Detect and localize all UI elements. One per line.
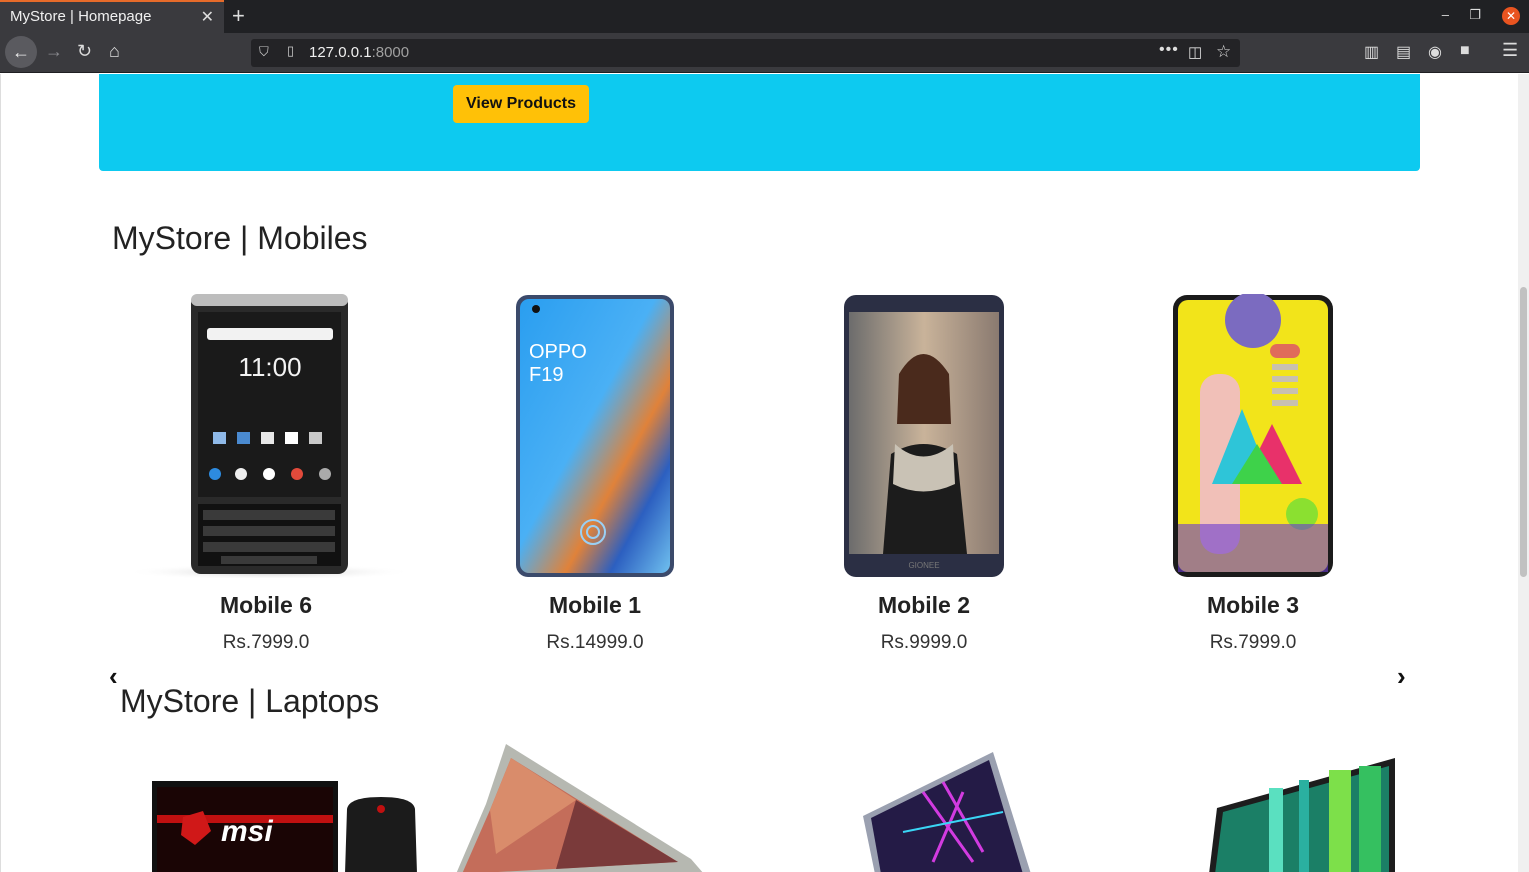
product-price: Rs.7999.0 — [222, 632, 310, 653]
minimize-icon[interactable]: – — [1442, 7, 1449, 22]
library-icon[interactable]: ▥ — [1364, 42, 1379, 62]
carousel-next-button[interactable]: › — [1397, 661, 1406, 692]
gionee-brand-text: GIONEE — [908, 561, 939, 570]
page-actions-icon[interactable]: ••• — [1159, 41, 1179, 59]
forward-icon[interactable]: → — [45, 41, 63, 62]
msi-logo-text: msi — [221, 815, 273, 848]
samsung-phone-image — [1173, 294, 1333, 577]
laptops-section-title: MyStore | Laptops — [120, 683, 380, 719]
oppo-brand-text: OPPO — [529, 341, 587, 363]
page-viewport: View Products MyStore | Mobiles 11:00 Mo… — [0, 74, 1518, 872]
view-products-button[interactable]: View Products — [453, 85, 589, 123]
url-text[interactable]: 127.0.0.1:8000 — [309, 44, 409, 61]
account-icon[interactable]: ◉ — [1428, 42, 1442, 62]
product-image[interactable]: GIONEE — [774, 294, 1074, 578]
tracking-shield-icon[interactable]: ⛉ — [259, 44, 269, 60]
product-card[interactable]: Mobile 3 Rs.7999.0 — [1103, 294, 1403, 654]
product-image[interactable] — [1103, 294, 1403, 578]
tab-title: MyStore | Homepage — [10, 8, 152, 25]
scrollbar-thumb[interactable] — [1520, 287, 1527, 577]
reload-icon[interactable]: ↻ — [77, 41, 92, 62]
url-host: 127.0.0.1 — [309, 44, 372, 61]
oppo-phone-image: OPPO F19 — [516, 295, 674, 577]
phone-clock: 11:00 — [238, 352, 301, 382]
product-name[interactable]: Mobile 1 — [445, 592, 745, 619]
browser-nav-bar: ← → ↻ ⌂ ⛉ ▯ 127.0.0.1:8000 ••• ◫ ☆ ▥ ▤ ◉… — [0, 33, 1529, 73]
mobiles-section-title: MyStore | Mobiles — [112, 220, 368, 256]
sidebar-icon[interactable]: ▤ — [1396, 42, 1411, 62]
window-close-icon[interactable]: ✕ — [1502, 7, 1520, 25]
home-icon[interactable]: ⌂ — [109, 41, 120, 62]
new-tab-icon[interactable]: + — [232, 3, 245, 29]
page-scrollbar[interactable] — [1518, 74, 1529, 872]
menu-icon[interactable]: ☰ — [1502, 40, 1518, 61]
product-image[interactable]: OPPO F19 — [445, 294, 745, 578]
bookmark-star-icon[interactable]: ☆ — [1216, 42, 1231, 62]
product-price: Rs.7999.0 — [1209, 632, 1297, 653]
restore-icon[interactable]: ❐ — [1469, 7, 1481, 23]
url-bar[interactable]: ⛉ ▯ 127.0.0.1:8000 ••• ◫ ☆ — [251, 39, 1240, 67]
product-card[interactable]: GIONEE Mobile 2 Rs.9999.0 — [774, 294, 1074, 654]
laptop-image[interactable] — [863, 752, 1031, 872]
product-price: Rs.14999.0 — [546, 632, 644, 653]
product-name[interactable]: Mobile 6 — [116, 592, 416, 619]
product-price: Rs.9999.0 — [880, 632, 968, 653]
product-card[interactable]: OPPO F19 Mobile 1 Rs.14999.0 — [445, 294, 745, 654]
tab-close-icon[interactable]: ✕ — [201, 7, 214, 27]
gionee-phone-image: GIONEE — [844, 295, 1004, 577]
back-icon[interactable]: ← — [5, 36, 37, 68]
laptop-image[interactable] — [456, 744, 711, 872]
carousel-prev-button[interactable]: ‹ — [109, 661, 118, 692]
product-name[interactable]: Mobile 3 — [1103, 592, 1403, 619]
laptop-image[interactable]: msi — [151, 779, 421, 872]
page-info-icon[interactable]: ▯ — [287, 43, 294, 59]
product-image[interactable]: 11:00 — [116, 294, 416, 578]
pocket-icon[interactable]: ◫ — [1188, 43, 1202, 61]
browser-tab-active[interactable]: MyStore | Homepage ✕ — [0, 0, 224, 33]
blackberry-phone-image: 11:00 — [124, 294, 411, 578]
product-card[interactable]: 11:00 Mobile 6 Rs.7999.0 — [116, 294, 416, 654]
laptop-image[interactable] — [1209, 758, 1397, 872]
url-port: :8000 — [371, 44, 410, 61]
hero-banner: View Products — [99, 74, 1420, 171]
oppo-model-text: F19 — [529, 364, 563, 386]
product-name[interactable]: Mobile 2 — [774, 592, 1074, 619]
extension-icon[interactable]: ■ — [1460, 42, 1470, 60]
browser-tab-bar: MyStore | Homepage ✕ + – ❐ ✕ — [0, 0, 1529, 33]
